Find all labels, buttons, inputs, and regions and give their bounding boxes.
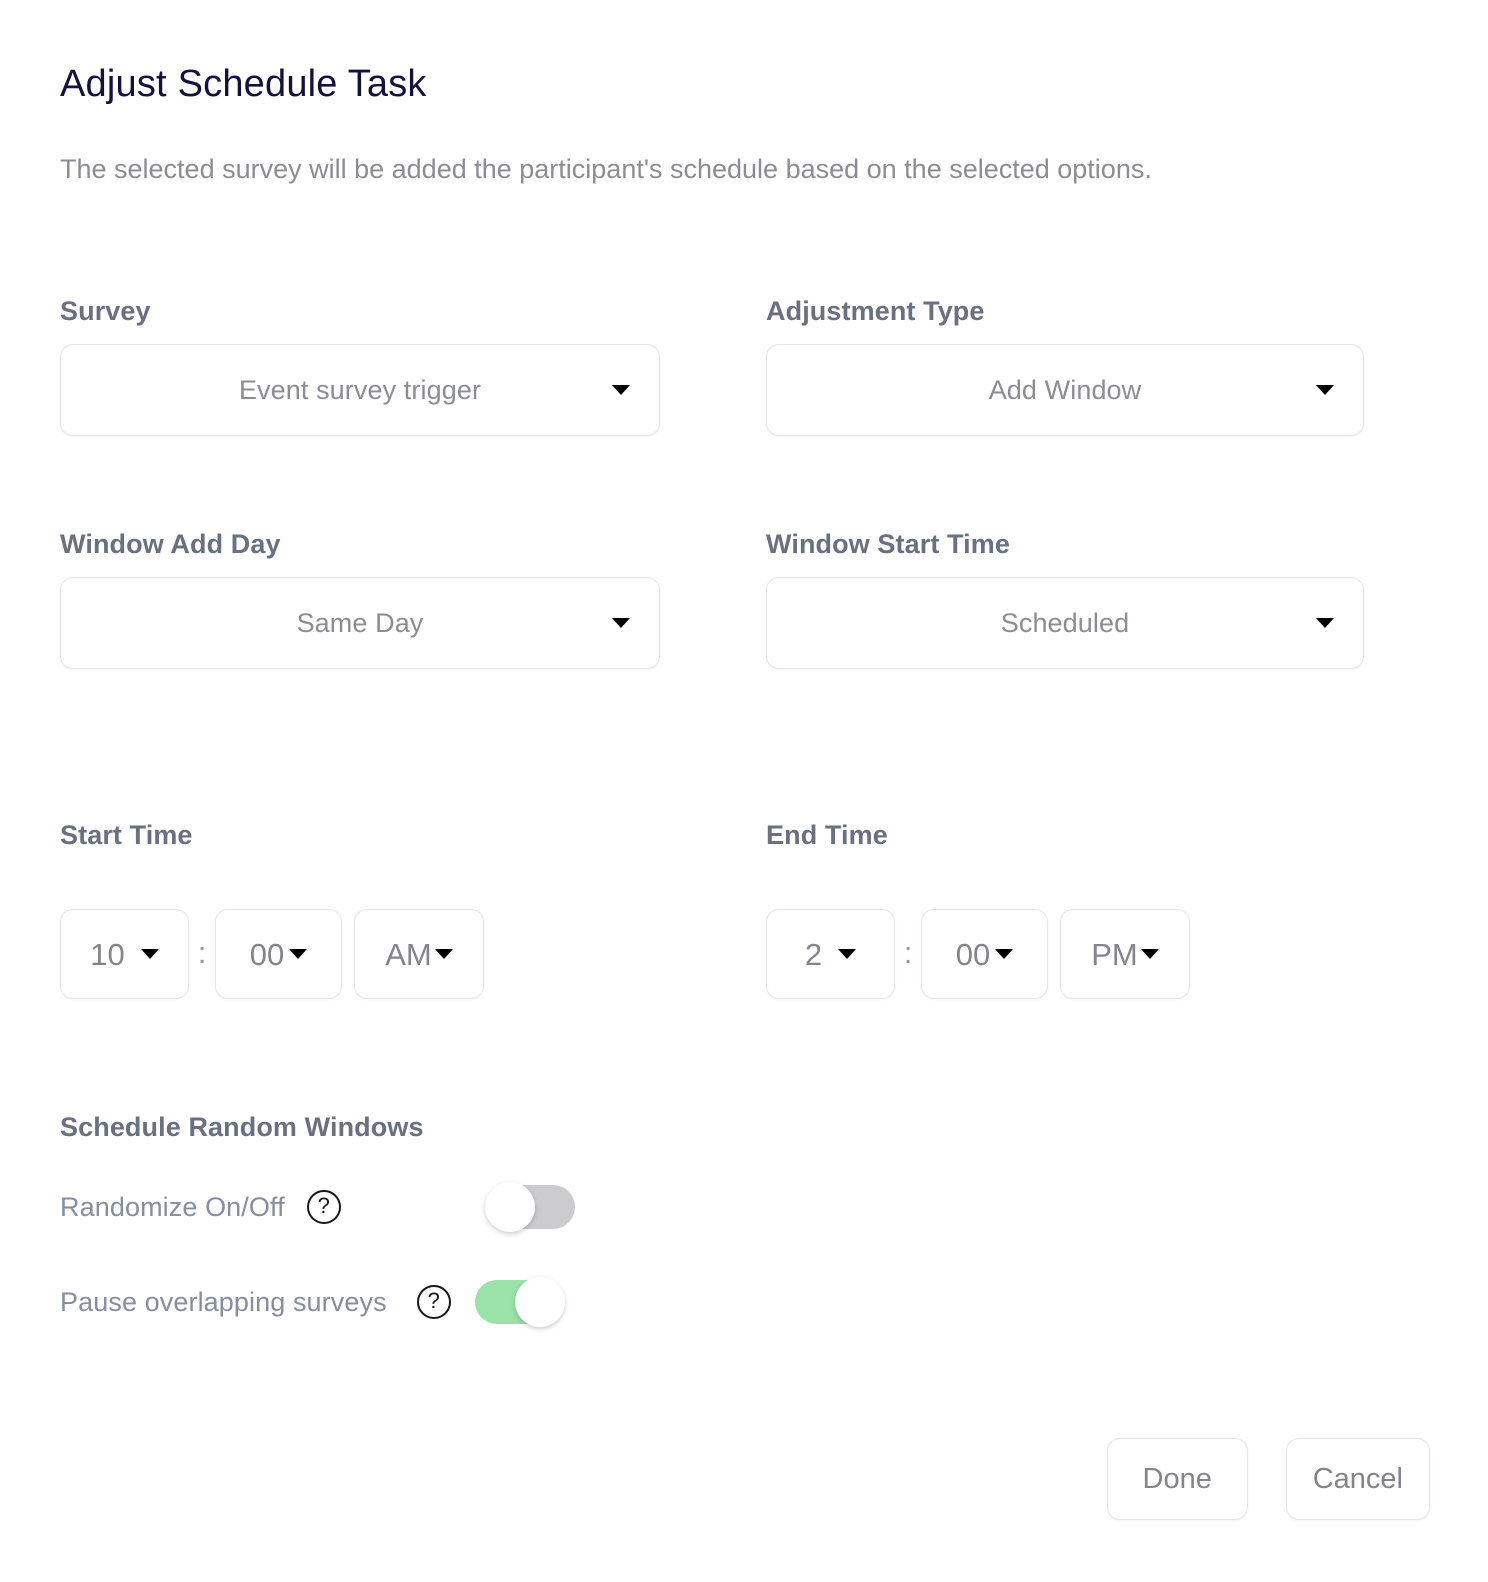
survey-select[interactable]: Event survey trigger — [60, 344, 660, 436]
help-circle-glyph: ? — [427, 1288, 440, 1313]
start-time-period-value: AM — [385, 936, 432, 972]
chevron-down-icon — [838, 949, 857, 959]
help-circle-icon[interactable]: ? — [306, 1190, 341, 1224]
toggle-knob — [484, 1182, 535, 1232]
pause-overlapping-surveys-row: Pause overlapping surveys ? — [60, 1277, 565, 1327]
start-time-minute-select[interactable]: 00 — [215, 909, 342, 999]
field-group-start-time: Start Time 10 : 00 AM — [60, 820, 660, 999]
start-time-period-select[interactable]: AM — [354, 909, 484, 999]
randomize-on-off-toggle[interactable] — [484, 1182, 575, 1232]
end-time-separator: : — [903, 934, 913, 970]
start-time-hour-select[interactable]: 10 — [60, 909, 189, 999]
end-time-label: End Time — [766, 820, 888, 850]
window-start-time-select[interactable]: Scheduled — [766, 577, 1364, 669]
chevron-down-icon — [434, 949, 453, 959]
adjustment-type-selected-value: Add Window — [988, 374, 1142, 405]
pause-overlapping-surveys-toggle[interactable] — [474, 1277, 565, 1327]
chevron-down-icon — [140, 949, 159, 959]
randomize-on-off-row: Randomize On/Off ? — [60, 1182, 575, 1232]
adjust-schedule-task-dialog: Adjust Schedule Task The selected survey… — [0, 0, 1488, 1582]
field-group-window-add-day: Window Add Day Same Day — [60, 529, 660, 669]
dialog-footer: Done Cancel — [1106, 1438, 1430, 1520]
field-group-adjustment-type: Adjustment Type Add Window — [766, 296, 1364, 436]
pause-overlapping-surveys-label: Pause overlapping surveys — [60, 1286, 387, 1317]
chevron-down-icon — [1316, 385, 1334, 395]
window-add-day-select[interactable]: Same Day — [60, 577, 660, 669]
cancel-button[interactable]: Cancel — [1285, 1438, 1430, 1520]
start-time-hour-value: 10 — [90, 936, 125, 972]
help-circle-glyph: ? — [317, 1193, 330, 1218]
end-time-minute-value: 00 — [955, 936, 991, 972]
chevron-down-icon — [612, 618, 630, 628]
field-group-survey: Survey Event survey trigger — [60, 296, 660, 436]
toggle-knob — [514, 1277, 565, 1327]
end-time-hour-select[interactable]: 2 — [766, 909, 895, 999]
window-start-time-selected-value: Scheduled — [1000, 607, 1130, 638]
window-start-time-label: Window Start Time — [766, 529, 1010, 559]
end-time-period-value: PM — [1091, 936, 1138, 972]
survey-selected-value: Event survey trigger — [238, 374, 482, 405]
schedule-random-windows-heading: Schedule Random Windows — [60, 1112, 424, 1142]
end-time-period-select[interactable]: PM — [1060, 909, 1190, 999]
chevron-down-icon — [612, 385, 630, 395]
chevron-down-icon — [995, 949, 1014, 959]
survey-label: Survey — [60, 296, 151, 326]
start-time-label: Start Time — [60, 820, 193, 850]
end-time-picker: 2 : 00 PM — [766, 909, 1364, 999]
chevron-down-icon — [289, 949, 308, 959]
start-time-separator: : — [197, 934, 207, 970]
chevron-down-icon — [1140, 949, 1159, 959]
window-add-day-label: Window Add Day — [60, 529, 281, 559]
dialog-description: The selected survey will be added the pa… — [60, 154, 1152, 184]
dialog-title: Adjust Schedule Task — [60, 63, 427, 105]
window-add-day-selected-value: Same Day — [296, 607, 424, 638]
adjustment-type-label: Adjustment Type — [766, 296, 985, 326]
start-time-minute-value: 00 — [249, 936, 285, 972]
help-circle-icon[interactable]: ? — [416, 1285, 451, 1319]
chevron-down-icon — [1316, 618, 1334, 628]
end-time-hour-value: 2 — [804, 936, 823, 972]
done-button[interactable]: Done — [1106, 1438, 1248, 1520]
adjustment-type-select[interactable]: Add Window — [766, 344, 1364, 436]
randomize-on-off-label: Randomize On/Off — [60, 1191, 285, 1222]
end-time-minute-select[interactable]: 00 — [921, 909, 1048, 999]
field-group-end-time: End Time 2 : 00 PM — [766, 820, 1364, 999]
field-group-window-start-time: Window Start Time Scheduled — [766, 529, 1364, 669]
start-time-picker: 10 : 00 AM — [60, 909, 660, 999]
